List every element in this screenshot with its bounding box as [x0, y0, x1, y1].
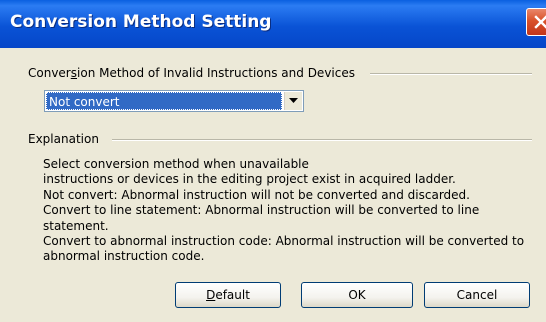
explanation-group-divider	[112, 139, 532, 141]
default-button[interactable]: Default	[175, 282, 281, 308]
chevron-down-icon	[289, 98, 298, 103]
window-title: Conversion Method Setting	[10, 12, 272, 32]
explanation-line: Select conversion method when unavailabl…	[43, 157, 309, 171]
ok-button[interactable]: OK	[301, 282, 413, 308]
explanation-line: statement.	[43, 218, 109, 233]
explanation-line: Not convert: Abnormal instruction will n…	[43, 187, 470, 202]
conversion-group-divider	[370, 73, 532, 75]
close-icon	[534, 15, 546, 29]
close-button[interactable]	[526, 8, 546, 36]
explanation-line: Convert to abnormal instruction code: Ab…	[43, 234, 525, 249]
selected-value: Not convert	[46, 92, 282, 110]
cancel-button[interactable]: Cancel	[424, 282, 530, 308]
dropdown-button[interactable]	[284, 92, 302, 110]
dialog-window: Conversion Method Setting Conversion Met…	[0, 0, 546, 322]
explanation-group-label: Explanation	[28, 132, 105, 146]
explanation-line: abnormal instruction code.	[43, 249, 205, 264]
conversion-group-label: Conversion Method of Invalid Instruction…	[28, 66, 361, 80]
explanation-line: instructions or devices in the editing p…	[43, 172, 456, 187]
explanation-text: Select conversion method when unavailabl…	[43, 157, 543, 265]
explanation-line: Convert to line statement: Abnormal inst…	[43, 203, 480, 218]
conversion-method-select[interactable]: Not convert	[44, 90, 304, 112]
title-bar[interactable]: Conversion Method Setting	[0, 0, 546, 48]
